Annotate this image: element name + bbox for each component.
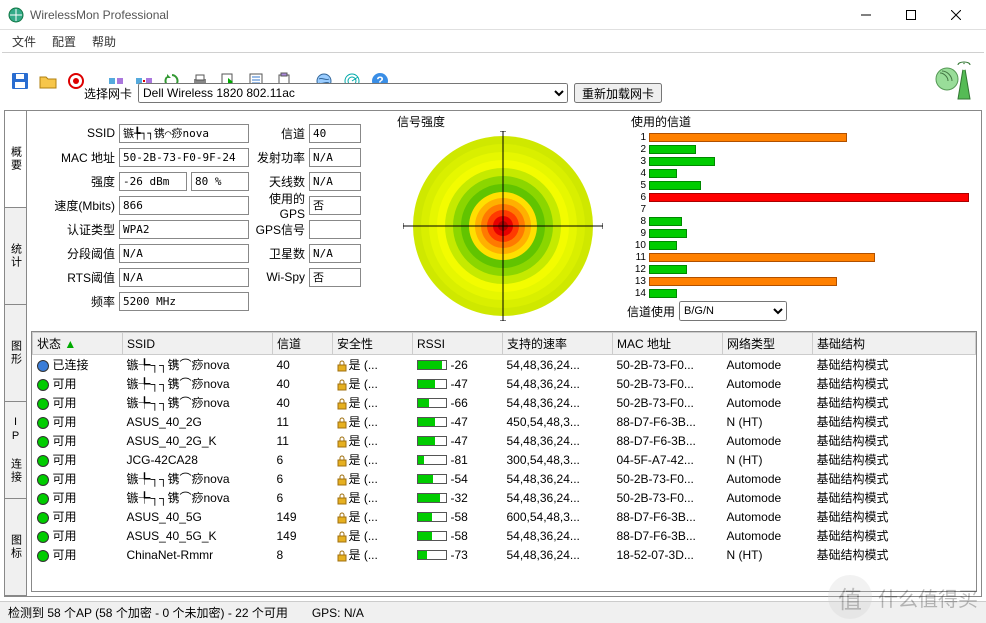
maximize-button[interactable] [888, 1, 933, 29]
menu-file[interactable]: 文件 [6, 31, 42, 52]
freq-field[interactable] [119, 292, 249, 311]
antenna-icon [934, 57, 978, 101]
mac-label: MAC 地址 [35, 149, 115, 166]
title-bar: WirelessMon Professional [0, 0, 986, 30]
table-row[interactable]: 已连接镞╄┐┐镌⌒痧nova40是 (...-2654,48,36,24...5… [33, 355, 976, 375]
signal-title: 信号强度 [397, 113, 445, 130]
channels-box: 使用的信道 1234567891011121314OTH 信道使用 B/G/N [623, 113, 975, 323]
table-row[interactable]: 可用ASUS_40_2G11是 (...-47450,54,48,3...88-… [33, 412, 976, 431]
str-pct-field[interactable] [191, 172, 249, 191]
main-panel: 概要 统计 图形 IP 连接 图标 SSID信道 MAC 地址发射功率 强度天线… [4, 110, 982, 597]
table-row[interactable]: 可用JCG-42CA286是 (...-81300,54,48,3...04-5… [33, 450, 976, 469]
table-row[interactable]: 可用镞╄┐┐镌⌒痧nova40是 (...-4754,48,36,24...50… [33, 374, 976, 393]
col-rates[interactable]: 支持的速率 [503, 333, 613, 355]
table-row[interactable]: 可用ASUS_40_5G149是 (...-58600,54,48,3...88… [33, 507, 976, 526]
col-mac[interactable]: MAC 地址 [613, 333, 723, 355]
table-row[interactable]: 可用镞╄┐┐镌⌒痧nova40是 (...-6654,48,36,24...50… [33, 393, 976, 412]
chan-label: 信道 [253, 125, 305, 142]
gps-field[interactable] [309, 196, 361, 215]
save-button[interactable] [8, 69, 32, 93]
auth-label: 认证类型 [35, 221, 115, 238]
col-sec[interactable]: 安全性 [333, 333, 413, 355]
spd-label: 速度(Mbits) [35, 197, 115, 214]
tab-ipconn[interactable]: IP 连接 [5, 402, 26, 499]
table-row[interactable]: 可用镞╄┐┐镌⌒痧nova6是 (...-3254,48,36,24...50-… [33, 488, 976, 507]
wispy-label: Wi-Spy [253, 270, 305, 284]
gpssig-label: GPS信号 [253, 221, 305, 238]
col-ssid[interactable]: SSID [123, 333, 273, 355]
window-title: WirelessMon Professional [30, 8, 843, 22]
gps-label: 使用的GPS [253, 190, 305, 221]
rts-field[interactable] [119, 268, 249, 287]
status-main: 检测到 58 个AP (58 个加密 - 0 个未加密) - 22 个可用 [8, 604, 288, 621]
signal-strength-box: 信号强度 [389, 113, 617, 323]
gpssig-field[interactable] [309, 220, 361, 239]
sat-label: 卫星数 [253, 245, 305, 262]
auth-field[interactable] [119, 220, 249, 239]
close-button[interactable] [933, 1, 978, 29]
ant-field[interactable] [309, 172, 361, 191]
txp-field[interactable] [309, 148, 361, 167]
mac-field[interactable] [119, 148, 249, 167]
table-row[interactable]: 可用ChinaNet-Rmmr8是 (...-7354,48,36,24...1… [33, 545, 976, 564]
col-rssi[interactable]: RSSI [413, 333, 503, 355]
status-gps: GPS: N/A [312, 606, 364, 620]
col-chan[interactable]: 信道 [273, 333, 333, 355]
freq-label: 频率 [35, 293, 115, 310]
str-dbm-field[interactable] [119, 172, 187, 191]
tab-graph[interactable]: 图形 [5, 305, 26, 402]
spd-field[interactable] [119, 196, 249, 215]
ssid-label: SSID [35, 126, 115, 140]
channel-mode-select[interactable]: B/G/N [679, 301, 787, 321]
txp-label: 发射功率 [253, 149, 305, 166]
ant-label: 天线数 [253, 173, 305, 190]
wispy-field[interactable] [309, 268, 361, 287]
table-row[interactable]: 可用ASUS_40_2G_K11是 (...-4754,48,36,24...8… [33, 431, 976, 450]
open-button[interactable] [36, 69, 60, 93]
menu-help[interactable]: 帮助 [86, 31, 122, 52]
status-bar: 检测到 58 个AP (58 个加密 - 0 个未加密) - 22 个可用 GP… [0, 601, 986, 623]
channel-mode-label: 信道使用 [627, 303, 675, 320]
str-label: 强度 [35, 173, 115, 190]
app-icon [8, 7, 24, 23]
menu-config[interactable]: 配置 [46, 31, 82, 52]
menu-bar: 文件 配置 帮助 [0, 30, 986, 52]
frag-label: 分段阈值 [35, 245, 115, 262]
toolbar: ? 选择网卡 Dell Wireless 1820 802.11ac 重新加载网… [0, 53, 986, 109]
side-tabs: 概要 统计 图形 IP 连接 图标 [5, 111, 27, 596]
col-infra[interactable]: 基础结构 [813, 333, 976, 355]
frag-field[interactable] [119, 244, 249, 263]
tab-map[interactable]: 图标 [5, 499, 26, 596]
reload-nic-button[interactable]: 重新加载网卡 [574, 83, 662, 103]
minimize-button[interactable] [843, 1, 888, 29]
channels-title: 使用的信道 [631, 113, 691, 130]
sat-field[interactable] [309, 244, 361, 263]
tab-summary[interactable]: 概要 [5, 111, 26, 208]
nic-label: 选择网卡 [84, 85, 132, 102]
info-grid: SSID信道 MAC 地址发射功率 强度天线数 速度(Mbits)使用的GPS … [35, 121, 385, 313]
col-status[interactable]: 状态 ▲ [33, 333, 123, 355]
table-row[interactable]: 可用镞╄┐┐镌⌒痧nova6是 (...-5454,48,36,24...50-… [33, 469, 976, 488]
table-row[interactable]: 可用ASUS_40_5G_K149是 (...-5854,48,36,24...… [33, 526, 976, 545]
rts-label: RTS阈值 [35, 269, 115, 286]
tab-stats[interactable]: 统计 [5, 208, 26, 305]
chan-field[interactable] [309, 124, 361, 143]
ap-grid[interactable]: 状态 ▲ SSID 信道 安全性 RSSI 支持的速率 MAC 地址 网络类型 … [31, 331, 977, 592]
signal-radar [403, 131, 603, 321]
col-net[interactable]: 网络类型 [723, 333, 813, 355]
nic-select[interactable]: Dell Wireless 1820 802.11ac [138, 83, 568, 103]
ssid-field[interactable] [119, 124, 249, 143]
channel-bars: 1234567891011121314OTH [627, 131, 971, 299]
